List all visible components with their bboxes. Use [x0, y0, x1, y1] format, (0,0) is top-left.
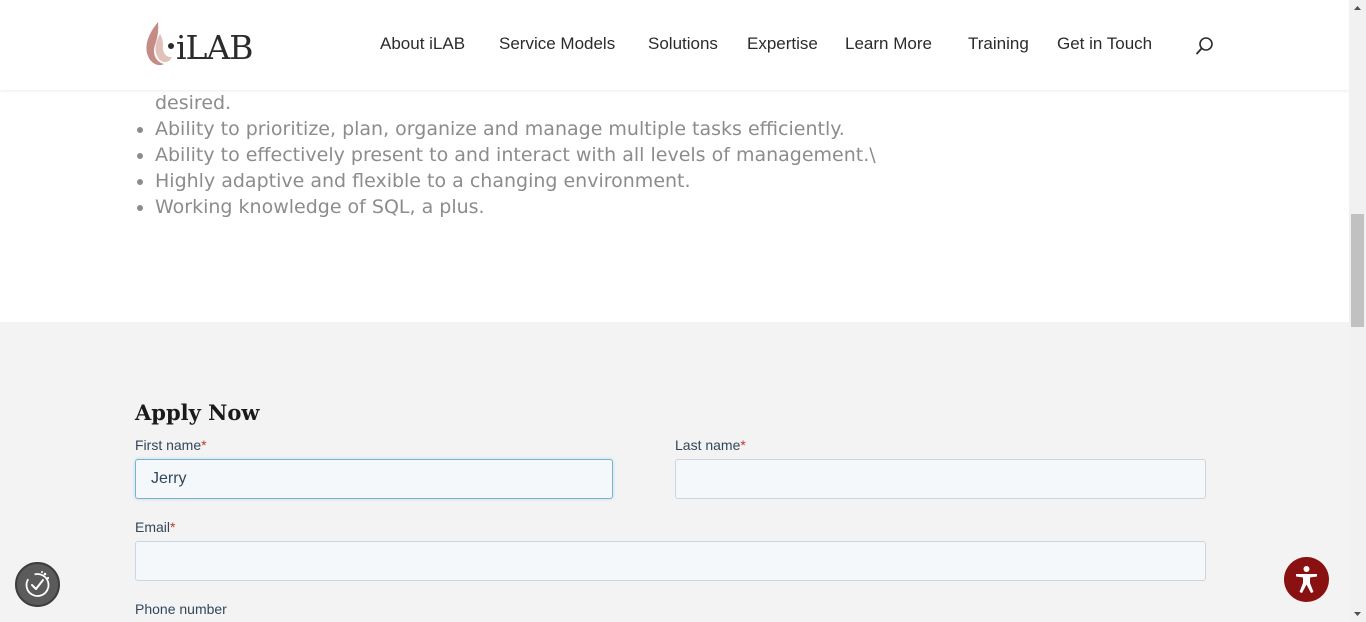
nav-item-expertise[interactable]: Expertise: [747, 34, 818, 54]
vertical-scrollbar[interactable]: [1349, 0, 1366, 622]
page: desired. Ability to prioritize, plan, or…: [0, 0, 1366, 622]
search-icon: [1196, 37, 1213, 55]
site-header: iLAB About iLAB Service Models Solutions…: [0, 0, 1349, 90]
accessibility-button[interactable]: [1284, 557, 1329, 602]
first-name-label-text: First name: [135, 437, 202, 453]
required-marker: *: [170, 519, 176, 535]
list-item: Ability to prioritize, plan, organize an…: [155, 116, 876, 142]
logo-text: iLAB: [176, 28, 254, 67]
logo[interactable]: iLAB: [142, 20, 260, 70]
apply-form-section: Apply Now First name* Last name* Email* …: [0, 322, 1349, 622]
last-name-label: Last name*: [675, 437, 746, 453]
nav-item-about-ilab[interactable]: About iLAB: [380, 34, 465, 54]
flame-logo-icon: [146, 22, 174, 66]
last-name-label-text: Last name: [675, 437, 741, 453]
cookie-consent-icon: [25, 571, 50, 597]
required-marker: *: [740, 437, 746, 453]
first-name-label: First name*: [135, 437, 207, 453]
email-label: Email*: [135, 519, 175, 535]
arrow-down-icon: [1354, 612, 1361, 616]
required-marker: *: [201, 437, 207, 453]
email-label-text: Email: [135, 519, 171, 535]
list-item: Ability to effectively present to and in…: [155, 142, 876, 168]
scroll-down-button[interactable]: [1349, 605, 1366, 622]
scroll-up-button[interactable]: [1349, 0, 1366, 17]
form-title: Apply Now: [135, 400, 260, 425]
nav-item-service-models[interactable]: Service Models: [499, 34, 615, 54]
requirement-continued-text: desired.: [155, 92, 232, 114]
nav-item-get-in-touch[interactable]: Get in Touch: [1057, 34, 1152, 54]
nav-item-training[interactable]: Training: [968, 34, 1029, 54]
phone-number-label: Phone number: [135, 601, 227, 617]
last-name-field[interactable]: [675, 459, 1206, 499]
list-item: Highly adaptive and flexible to a changi…: [155, 168, 876, 194]
nav-item-solutions[interactable]: Solutions: [648, 34, 718, 54]
requirements-list: Ability to prioritize, plan, organize an…: [135, 116, 876, 220]
arrow-up-icon: [1354, 6, 1361, 10]
nav-item-learn-more[interactable]: Learn More: [845, 34, 932, 54]
search-button[interactable]: [1194, 35, 1216, 57]
accessibility-icon: [1296, 566, 1317, 593]
list-item: Working knowledge of SQL, a plus.: [155, 194, 876, 220]
scrollbar-thumb[interactable]: [1351, 214, 1364, 327]
first-name-field[interactable]: [135, 459, 613, 499]
cookie-consent-button[interactable]: [15, 562, 60, 607]
email-field[interactable]: [135, 541, 1206, 581]
